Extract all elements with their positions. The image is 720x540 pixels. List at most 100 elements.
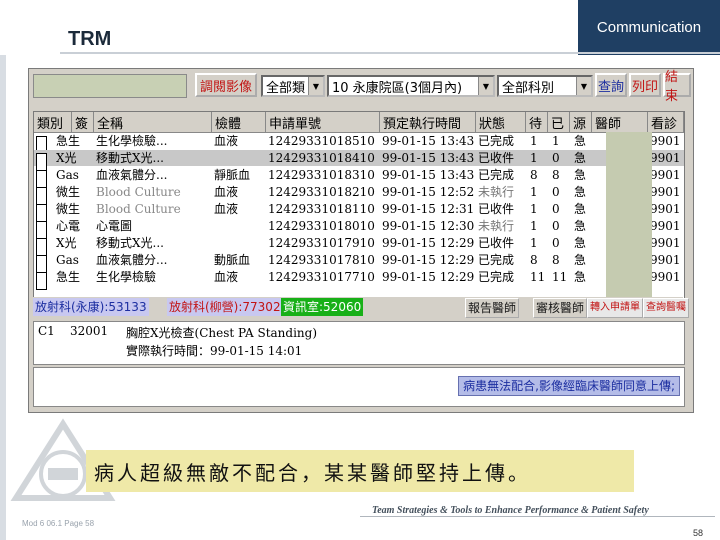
col-header[interactable]: 簽 [72,112,94,132]
table-cell: 已收件 [478,236,515,250]
table-cell: X光 [56,151,77,165]
query-order-button[interactable]: 查詢醫囑 [643,298,689,318]
upload-button[interactable]: 轉入申請單 [587,298,643,318]
col-header[interactable]: 狀態 [476,112,526,132]
slide-title: TRM [68,28,112,50]
table-cell: Gas [56,168,79,182]
table-row[interactable]: 急生 生化學檢驗 血液 12429331017710 99-01-15 12:29 已完成… [34,269,684,290]
table-cell: 血液 [214,270,239,284]
col-header[interactable]: 申請單號 [266,112,380,132]
table-cell: X光 [56,236,77,250]
table-cell: 1 [530,134,538,148]
table-cell: 12429331018110 [268,202,375,216]
table-cell: 99-01-15 12:31 [382,202,475,216]
report-doctor-label[interactable]: 報告醫師 [465,298,520,318]
range-select[interactable]: 10 永康院區(3個月內) ▼ [327,75,495,97]
table-row[interactable]: X光 移動式X光... 12429331017910 99-01-15 12:29 已收… [34,235,684,256]
upload-warning: 病患無法配合,影像經臨床醫師同意上傳; [458,376,680,396]
table-cell: 急生 [56,270,81,284]
col-header[interactable]: 醫師 [592,112,648,132]
table-row[interactable]: 心電 心電圖 12429331018010 99-01-15 12:30 未執行 1 0 急 9… [34,218,684,239]
table-cell: 99-01-15 12:29 [382,253,475,267]
table-cell: 9901 [650,185,681,199]
table-cell: 0 [552,185,560,199]
table-cell: 急 [574,202,587,216]
table-cell: 血液 [214,134,239,148]
table-cell: 11 [530,270,546,284]
table-row[interactable]: Gas 血液氣體分... 動脈血 12429331017810 99-01-15 12:… [34,252,684,273]
table-cell: 12429331018310 [268,168,375,182]
col-header[interactable]: 類別 [34,112,72,132]
query-button[interactable]: 查詢 [595,73,627,97]
table-row[interactable]: 急生 生化學檢驗... 血液 12429331018510 99-01-15 13:43… [34,133,684,154]
table-row[interactable]: Gas 血液氣體分... 靜脈血 12429331018310 99-01-15 13:… [34,167,684,188]
chevron-down-icon[interactable]: ▼ [576,77,591,95]
table-cell: 已完成 [478,168,515,182]
col-header[interactable]: 看診 [648,112,684,132]
slide-header: TRM Communication [0,0,720,55]
table-cell: 1 [530,236,538,250]
table-row[interactable]: 微生 Blood Culture 血液 12429331018210 99-01-15 … [34,184,684,205]
table-row[interactable]: X光 移動式X光... 12429331018410 99-01-15 13:43 已收… [34,150,684,171]
category-select[interactable]: 全部類 ▼ [261,75,325,97]
module-label: Mod 6 06.1 Page 58 [22,519,95,528]
table-cell: 急生 [56,134,81,148]
left-stripe [0,0,6,540]
status-bar: 放射科(永康):53133 放射科(柳營):77302 資訊室:52060 報告… [33,297,689,318]
col-header[interactable]: 預定執行時間 [380,112,476,132]
table-cell: 12429331018010 [268,219,375,233]
table-cell: 已收件 [478,151,515,165]
view-image-button[interactable]: 調閱影像 [195,73,257,97]
table-cell: 急 [574,270,587,284]
table-cell: 0 [552,219,560,233]
table-cell: 移動式X光... [96,151,164,165]
table-header: 類別 簽 全稱 檢體 申請單號 預定執行時間 狀態 待 已 源 醫師 看診 [34,112,684,133]
col-header[interactable]: 已 [548,112,570,132]
table-cell: 血液 [214,202,239,216]
orders-table: 類別 簽 全稱 檢體 申請單號 預定執行時間 狀態 待 已 源 醫師 看診 急生… [33,111,685,303]
table-cell: 0 [552,236,560,250]
review-doctor-label[interactable]: 審核醫師 [533,298,588,318]
table-cell: 8 [552,253,560,267]
col-header[interactable]: 待 [526,112,548,132]
col-header[interactable]: 全稱 [94,112,212,132]
info-ext: 資訊室:52060 [281,298,364,316]
table-cell: 12429331018410 [268,151,375,165]
table-cell: 生化學檢驗... [96,134,168,148]
exam-number: 32001 [70,324,109,338]
col-header[interactable]: 檢體 [212,112,266,132]
table-cell: 已完成 [478,134,515,148]
table-cell: 9901 [650,253,681,267]
table-cell: 99-01-15 13:43 [382,168,475,182]
end-button[interactable]: 結束 [663,70,691,104]
table-cell: 1 [530,202,538,216]
dept-select[interactable]: 全部科別 ▼ [497,75,593,97]
table-cell: 9901 [650,270,681,284]
his-window: 調閱影像 全部類 ▼ 10 永康院區(3個月內) ▼ 全部科別 ▼ 查詢 列印 … [28,68,694,413]
table-cell: 未執行 [478,185,515,199]
table-cell: 已收件 [478,202,515,216]
table-cell: 已完成 [478,253,515,267]
table-cell: 12429331017910 [268,236,375,250]
table-cell: 急 [574,236,587,250]
table-cell: 9901 [650,236,681,250]
table-cell: 急 [574,185,587,199]
col-header[interactable]: 源 [570,112,592,132]
table-cell: 微生 [56,185,81,199]
chevron-down-icon[interactable]: ▼ [308,77,323,95]
exam-code: C1 [38,324,55,338]
table-cell: 12429331017810 [268,253,375,267]
print-button[interactable]: 列印 [629,73,661,97]
table-cell: 血液氣體分... [96,168,168,182]
table-cell: 99-01-15 12:52 [382,185,475,199]
footer-divider [360,516,715,517]
slide-caption: 病人超級無敵不配合，某某醫師堅持上傳。 [86,450,634,492]
table-cell: 生化學檢驗 [96,270,157,284]
table-cell: Blood Culture [96,202,181,216]
table-cell: 血液 [214,185,239,199]
table-cell: 未執行 [478,219,515,233]
table-cell: 急 [574,134,587,148]
table-row[interactable]: 微生 Blood Culture 血液 12429331018110 99-01-15 … [34,201,684,222]
row-checkbox[interactable] [36,272,47,290]
chevron-down-icon[interactable]: ▼ [478,77,493,95]
